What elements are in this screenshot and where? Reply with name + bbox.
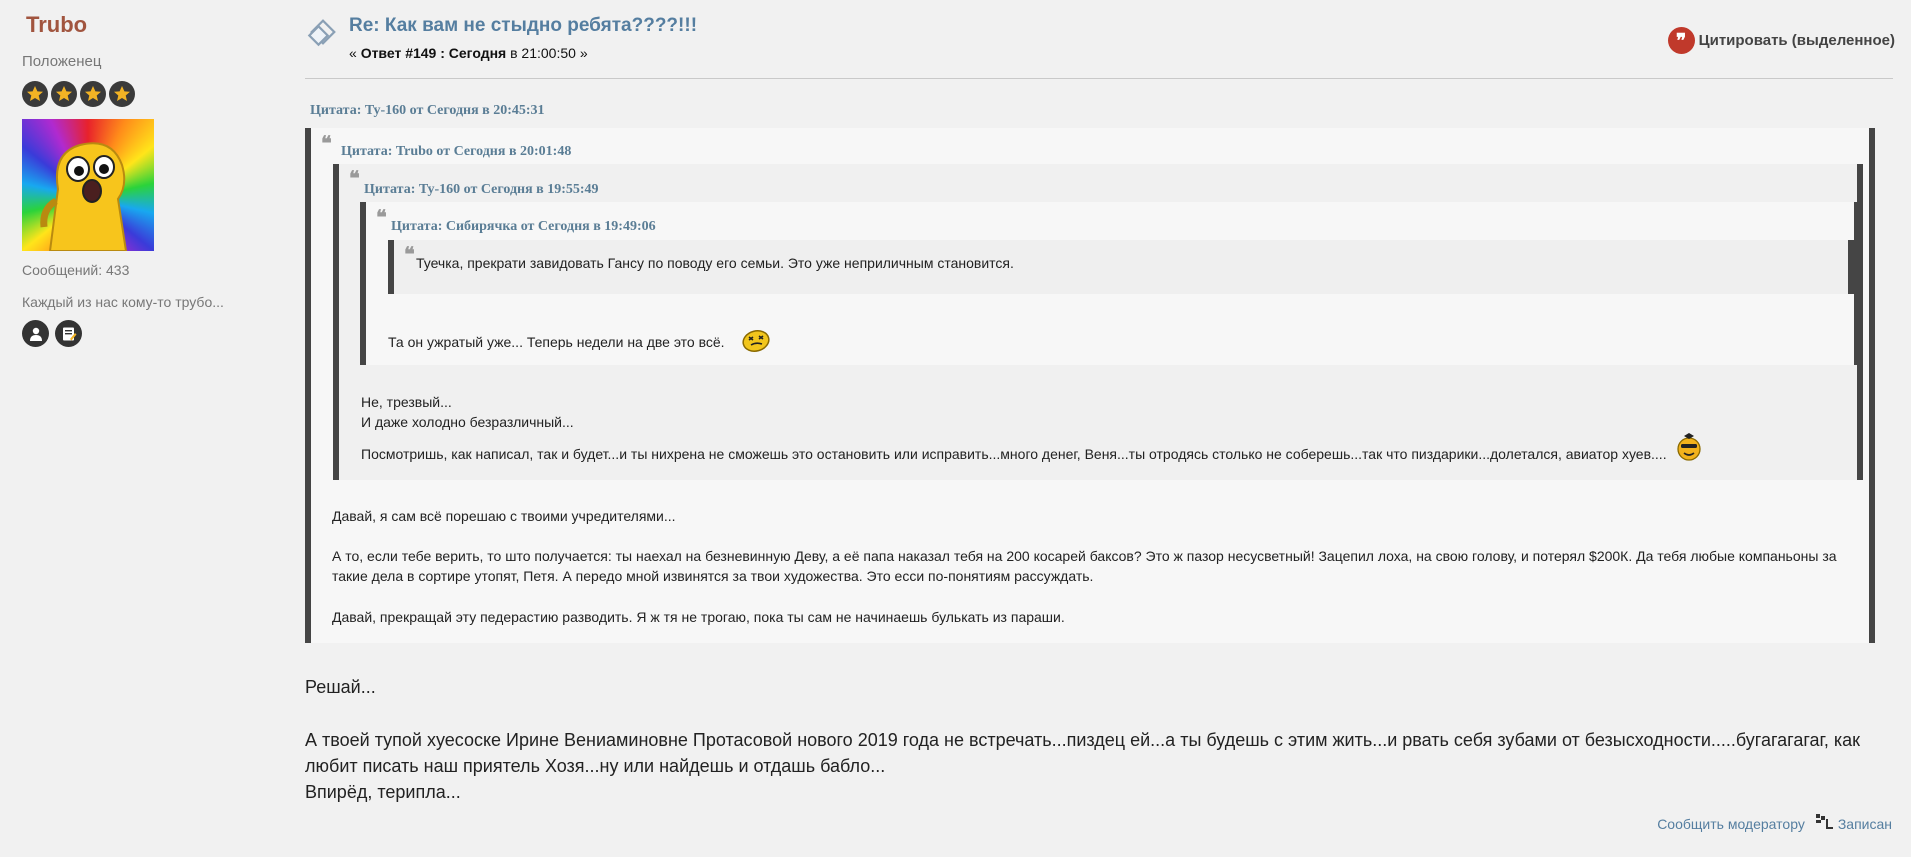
quote-block: ❝ Цитата: Trubo от Сегодня в 20:01:48 ❝ … xyxy=(305,128,1875,643)
header-divider xyxy=(305,78,1893,79)
quote-text: Не, трезвый... xyxy=(361,394,452,410)
star-icon xyxy=(51,81,77,107)
post-body-line: Решай... xyxy=(305,677,376,697)
quote-text: Та он ужратый уже... Теперь недели на дв… xyxy=(388,334,725,351)
person-icon[interactable] xyxy=(22,320,49,347)
post-body-line: А твоей тупой хуесоске Ирине Вениаминовн… xyxy=(305,730,1861,776)
post-body-line: Впирёд, терипла... xyxy=(305,782,461,802)
star-icon xyxy=(109,81,135,107)
quote-header[interactable]: Цитата: Trubo от Сегодня в 20:01:48 xyxy=(341,144,571,160)
quote-block: ❝ Туечка, прекрати завидовать Гансу по п… xyxy=(388,240,1854,294)
poster-rank: Положенец xyxy=(22,53,102,70)
forum-post-page: Trubo Положенец Сообщений: 433 Каждый из… xyxy=(0,0,1911,857)
post-time: в 21:00:50 » xyxy=(506,45,588,61)
poster-profile-icons xyxy=(22,320,272,347)
poster-post-count: Сообщений: 433 xyxy=(22,262,130,278)
post-title[interactable]: Re: Как вам не стыдно ребята????!!! xyxy=(349,15,697,37)
poster-personal-text: Каждый из нас кому-то трубо... xyxy=(22,294,224,310)
quote-header[interactable]: Цитата: Ту-160 от Сегодня в 20:45:31 xyxy=(310,103,545,119)
quote-text: Давай, я сам всё порешаю с твоими учреди… xyxy=(332,508,676,524)
quote-text: Давай, прекращай эту педерастию разводит… xyxy=(332,609,1065,625)
post-meta: « Ответ #149 : Сегодня в 21:00:50 » xyxy=(349,45,588,61)
avatar[interactable] xyxy=(22,119,154,251)
poster-info: Trubo Положенец Сообщений: 433 Каждый из… xyxy=(22,12,272,347)
quote-selected-button[interactable]: ❞ Цитировать (выделенное) xyxy=(1667,27,1895,54)
poster-name[interactable]: Trubo xyxy=(26,12,272,38)
logged-indicator: Записан xyxy=(1815,813,1892,834)
quote-mark-icon: ❝ xyxy=(376,205,387,229)
quote-text: И даже холодно безразличный... xyxy=(361,414,574,430)
quote-text: Посмотришь, как написал, так и будет...и… xyxy=(361,446,1667,463)
cool-smiley-icon xyxy=(1676,432,1702,467)
quote-mark-icon: ❝ xyxy=(404,242,415,266)
quote-block: ❝ Цитата: Ту-160 от Сегодня в 19:55:49 ❝… xyxy=(333,164,1863,480)
quote-mark-icon: ❝ xyxy=(321,131,332,155)
quote-mark-icon: ❝ xyxy=(349,166,360,190)
quote-button-label: Цитировать (выделенное) xyxy=(1698,32,1895,49)
quote-text-line: Посмотришь, как написал, так и будет...и… xyxy=(361,433,1702,467)
smiley-icon xyxy=(740,328,772,359)
quote-block: ❝ Цитата: Сибирячка от Сегодня в 19:49:0… xyxy=(360,202,1860,365)
report-to-moderator-link[interactable]: Сообщить модератору xyxy=(1657,816,1805,832)
logged-label: Записан xyxy=(1837,815,1892,832)
quote-icon: ❞ xyxy=(1667,27,1695,54)
quote-header[interactable]: Цитата: Ту-160 от Сегодня в 19:55:49 xyxy=(364,182,599,198)
quote-text-line: Та он ужратый уже... Теперь недели на дв… xyxy=(388,328,772,359)
rank-stars xyxy=(22,81,272,107)
message-diamond-icon xyxy=(306,18,338,55)
meta-prefix: « xyxy=(349,45,361,61)
star-icon xyxy=(80,81,106,107)
note-icon[interactable] xyxy=(55,320,82,347)
reply-number[interactable]: Ответ #149 : Сегодня xyxy=(361,45,507,61)
avatar-image xyxy=(40,142,128,251)
ip-log-icon[interactable] xyxy=(1815,813,1835,834)
star-icon xyxy=(22,81,48,107)
quote-text: Туечка, прекрати завидовать Гансу по пов… xyxy=(416,255,1014,271)
quote-header[interactable]: Цитата: Сибирячка от Сегодня в 19:49:06 xyxy=(391,219,656,235)
post-footer: Сообщить модератору Записан xyxy=(1657,813,1892,834)
quote-text: А то, если тебе верить, то што получаетс… xyxy=(332,548,1837,584)
